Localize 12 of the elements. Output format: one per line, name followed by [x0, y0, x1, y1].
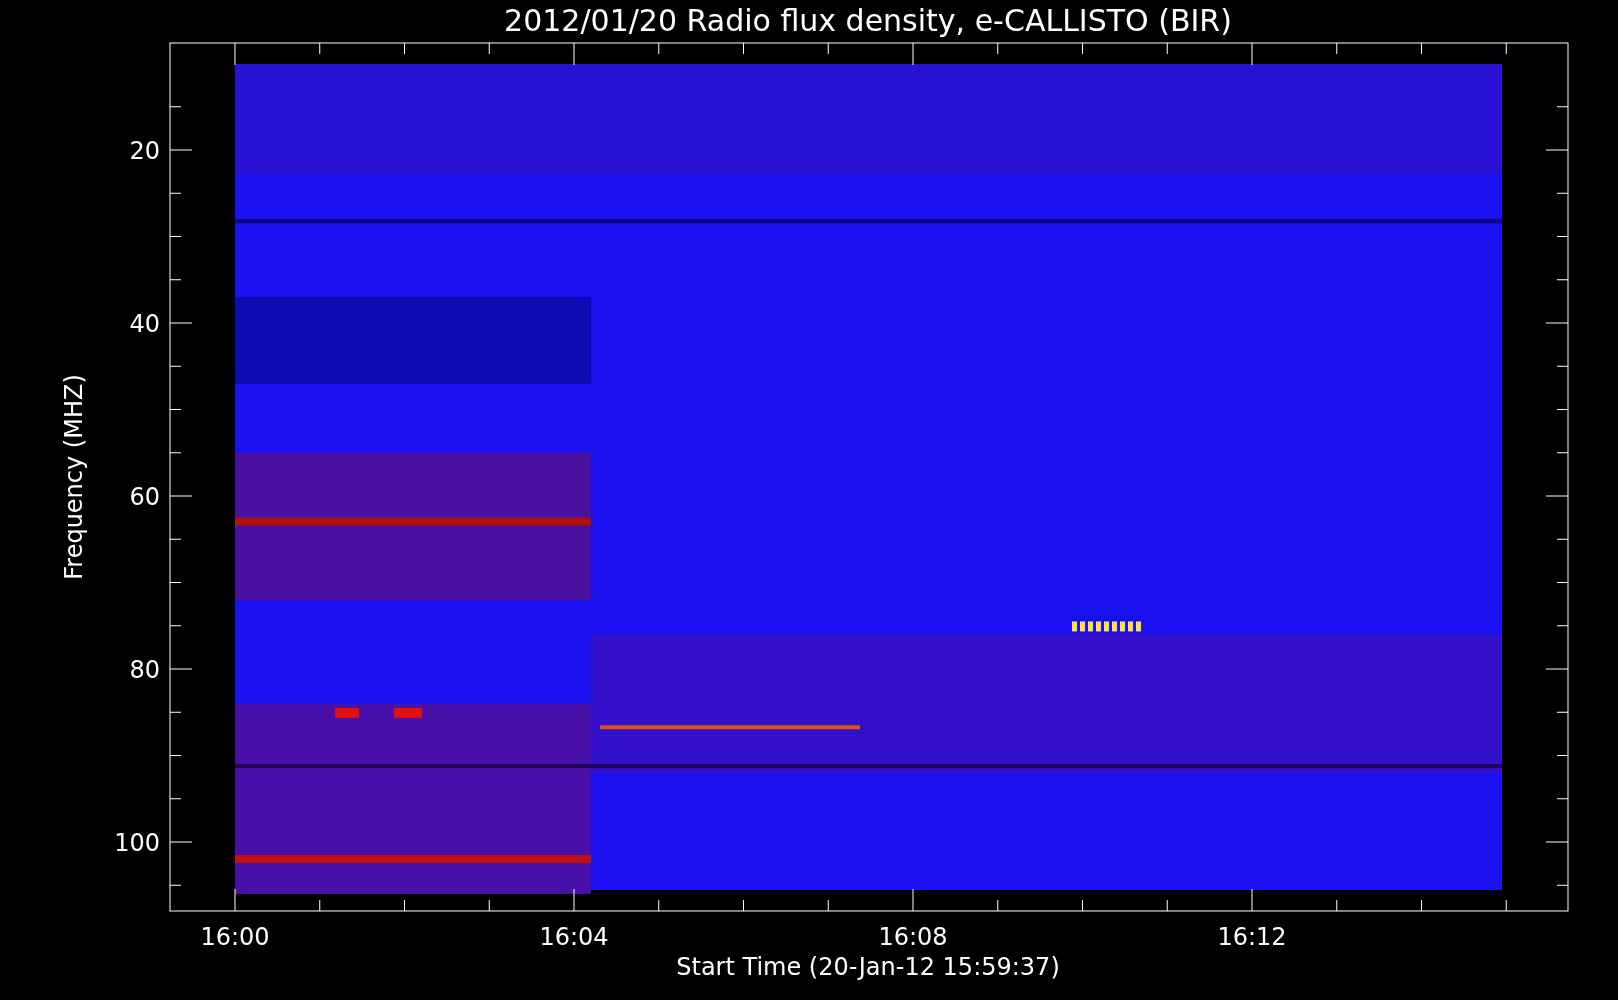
x-tick-label: 16:08 [878, 923, 948, 951]
chart-title: 2012/01/20 Radio flux density, e-CALLISTO (BIR) [504, 3, 1232, 38]
y-tick-label: 60 [129, 483, 160, 511]
x-tick-label: 16:12 [1217, 923, 1287, 951]
y-tick-label: 40 [129, 310, 160, 338]
y-tick-label: 100 [114, 829, 160, 857]
x-tick-label: 16:00 [200, 923, 270, 951]
y-tick-label: 80 [129, 656, 160, 684]
x-axis-label: Start Time (20-Jan-12 15:59:37) [676, 953, 1060, 981]
y-tick-label: 20 [129, 137, 160, 165]
x-tick-label: 16:04 [539, 923, 609, 951]
y-axis-label: Frequency (MHZ) [60, 374, 88, 580]
